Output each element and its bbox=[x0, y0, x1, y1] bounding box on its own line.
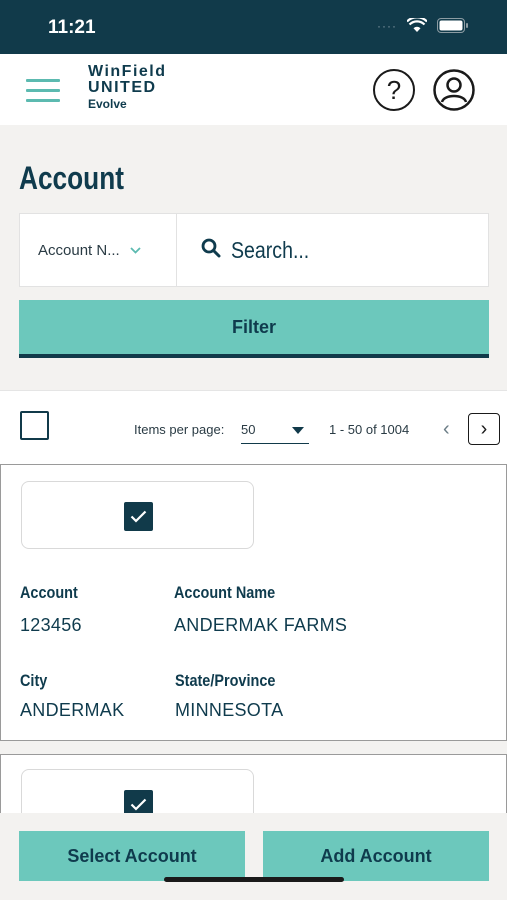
user-icon[interactable] bbox=[433, 69, 475, 111]
search-input[interactable]: Search... bbox=[177, 214, 488, 286]
chevron-down-icon bbox=[130, 243, 141, 257]
account-name-value: ANDERMAK FARMS bbox=[174, 615, 348, 635]
bottom-action-bar: Select Account Add Account bbox=[0, 813, 507, 900]
account-label: Account bbox=[20, 583, 78, 602]
menu-icon[interactable] bbox=[26, 79, 60, 103]
battery-icon bbox=[437, 18, 469, 33]
logo-line2: UNITED bbox=[88, 79, 157, 96]
help-icon[interactable]: ? bbox=[373, 69, 415, 111]
status-time: 11:21 bbox=[48, 17, 96, 38]
search-type-select[interactable]: Account N... bbox=[20, 214, 177, 286]
next-page-button[interactable]: › bbox=[468, 413, 500, 445]
state-value: MINNESOTA bbox=[175, 700, 284, 720]
signal-icon: ···· bbox=[377, 18, 397, 33]
items-per-page-label: Items per page: bbox=[134, 422, 225, 437]
home-indicator bbox=[164, 877, 344, 882]
caret-down-icon bbox=[292, 427, 304, 434]
app-header: WinField UNITED Evolve ? bbox=[0, 54, 507, 125]
winfield-logo: WinField UNITED Evolve bbox=[88, 63, 167, 112]
items-per-page-select[interactable]: 50 bbox=[241, 418, 309, 444]
state-label: State/Province bbox=[175, 671, 276, 690]
status-bar: 11:21 ···· bbox=[0, 0, 507, 54]
search-placeholder: Search... bbox=[231, 236, 310, 263]
logo-sub: Evolve bbox=[88, 97, 127, 111]
select-account-button[interactable]: Select Account bbox=[19, 831, 245, 881]
select-all-checkbox[interactable] bbox=[20, 411, 49, 440]
filter-button[interactable]: Filter bbox=[19, 300, 489, 358]
items-per-page-value: 50 bbox=[241, 422, 256, 437]
page-range: 1 - 50 of 1004 bbox=[329, 422, 410, 437]
account-value: 123456 bbox=[20, 615, 82, 635]
search-type-label: Account N... bbox=[38, 241, 120, 259]
check-icon[interactable] bbox=[124, 502, 153, 531]
city-label: City bbox=[20, 671, 48, 690]
prev-page-button[interactable]: ‹ bbox=[443, 419, 450, 439]
logo-line1: WinField bbox=[88, 63, 167, 80]
city-value: ANDERMAK bbox=[20, 700, 125, 720]
wifi-icon bbox=[407, 18, 427, 33]
search-box: Account N... Search... bbox=[19, 213, 489, 287]
page-title: Account bbox=[19, 160, 124, 196]
card-select-box[interactable] bbox=[21, 481, 254, 549]
account-card[interactable]: Account 123456 Account Name ANDERMAK FAR… bbox=[0, 464, 507, 741]
status-icons: ···· bbox=[377, 18, 469, 33]
account-name-label: Account Name bbox=[174, 583, 276, 602]
search-icon bbox=[201, 238, 221, 263]
pager-bar: Items per page: 50 1 - 50 of 1004 ‹ › bbox=[0, 390, 507, 466]
add-account-button[interactable]: Add Account bbox=[263, 831, 489, 881]
